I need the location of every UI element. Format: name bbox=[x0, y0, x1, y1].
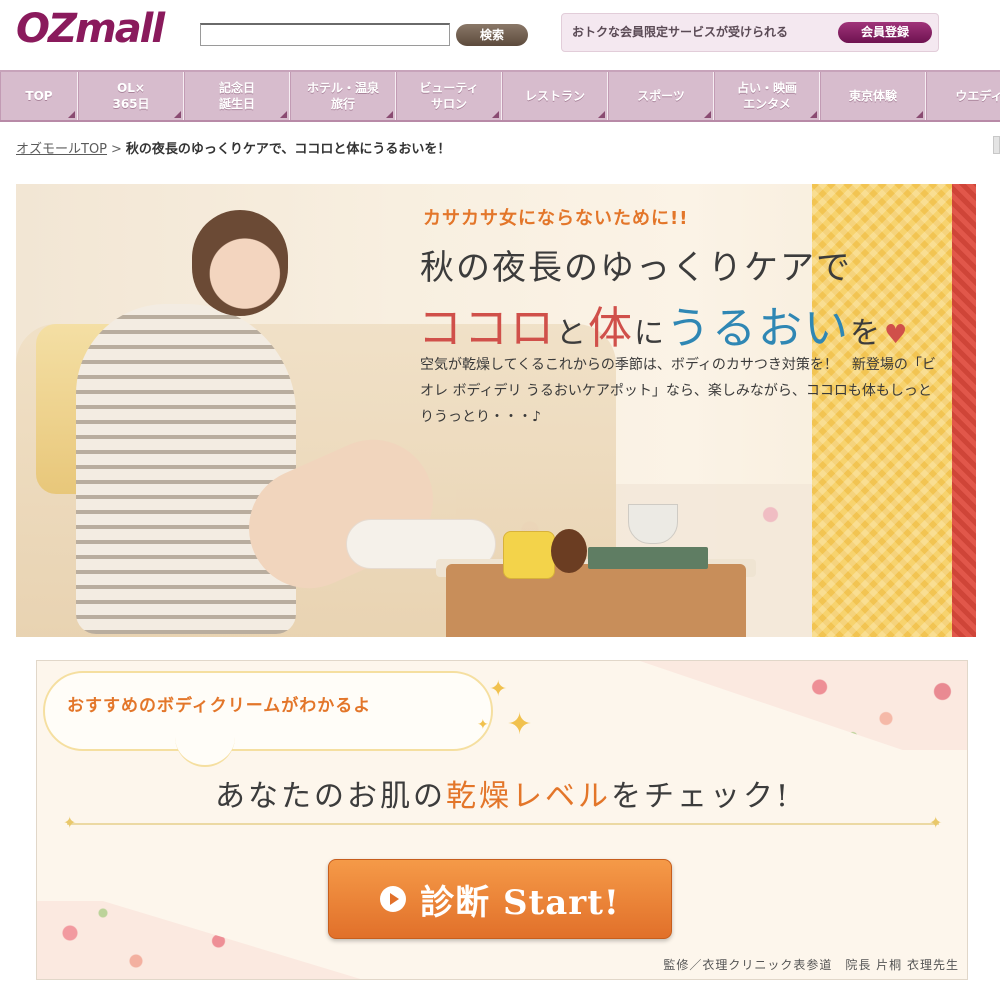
member-promo-text: おトクな会員限定サービスが受けられる bbox=[572, 25, 789, 39]
nav-item-label: 記念日 誕生日 bbox=[218, 81, 255, 111]
breadcrumb-home-link[interactable]: オズモールTOP bbox=[16, 142, 107, 157]
hero-body-text: 空気が乾燥してくるこれからの季節は、ボディのカサつき対策を！ 新登場の「ビオレ … bbox=[420, 357, 936, 425]
cream-jar-image bbox=[503, 531, 555, 579]
corner-arrow-icon bbox=[174, 111, 181, 118]
nav-item-label: ウエディ bbox=[955, 89, 1000, 103]
global-nav: TOP OL× 365日 記念日 誕生日 ホテル・温泉 旅行 ビューティ サロン… bbox=[0, 70, 1000, 122]
nav-item-restaurant[interactable]: レストラン bbox=[502, 72, 608, 120]
nav-item-label: OL× 365日 bbox=[112, 81, 150, 111]
teacup-image bbox=[628, 504, 678, 544]
nav-item-label: TOP bbox=[25, 89, 53, 103]
site-header: OZmall 検索 おトクな会員限定サービスが受けられる 会員登録 bbox=[0, 0, 1000, 70]
nav-item-beauty[interactable]: ビューティ サロン bbox=[396, 72, 502, 120]
corner-arrow-icon bbox=[810, 111, 817, 118]
corner-arrow-icon bbox=[492, 111, 499, 118]
heading-pre: あなたのお肌の bbox=[214, 779, 446, 814]
start-button-label: 診断 Start! bbox=[420, 882, 620, 923]
member-promo: おトクな会員限定サービスが受けられる 会員登録 bbox=[561, 13, 939, 52]
search-button[interactable]: 検索 bbox=[456, 24, 528, 46]
sparkle-icon: ✦ bbox=[489, 677, 508, 702]
nav-item-label: 東京体験 bbox=[848, 89, 897, 103]
floral-corner-top-right bbox=[637, 661, 967, 750]
nav-item-label: 占い・映画 エンタメ bbox=[736, 81, 797, 111]
corner-arrow-icon bbox=[916, 111, 923, 118]
start-diagnosis-button[interactable]: 診断 Start! bbox=[328, 859, 672, 939]
side-table-image bbox=[446, 564, 746, 637]
play-icon bbox=[380, 886, 407, 912]
nav-item-hotel[interactable]: ホテル・温泉 旅行 bbox=[290, 72, 396, 120]
dryness-check-panel: おすすめのボディクリームがわかるよ ✦ ✦ ✦ あなたのお肌の乾燥レベルをチェッ… bbox=[36, 660, 968, 980]
title-uruoi: うるおい bbox=[666, 303, 850, 354]
floral-corner-bottom-left bbox=[37, 901, 367, 979]
title-ni: に bbox=[634, 316, 666, 351]
sparkle-icon: ✦ bbox=[507, 707, 533, 742]
corner-arrow-icon bbox=[704, 111, 711, 118]
corner-arrow-icon bbox=[68, 111, 75, 118]
scrollbar-stub[interactable] bbox=[993, 136, 1000, 154]
hero-banner: カサカサ女にならないために!! 秋の夜長のゆっくりケアで ココロと体にうるおいを… bbox=[16, 184, 976, 637]
nav-item-label: ホテル・温泉 旅行 bbox=[306, 81, 379, 111]
nav-item-tokyo[interactable]: 東京体験 bbox=[820, 72, 926, 120]
speech-bubble: おすすめのボディクリームがわかるよ bbox=[43, 671, 493, 767]
breadcrumb: オズモールTOP > 秋の夜長のゆっくりケアで、ココロと体にうるおいを！ bbox=[16, 138, 450, 157]
nav-item-sports[interactable]: スポーツ bbox=[608, 72, 714, 120]
dryness-check-heading: あなたのお肌の乾燥レベルをチェック! bbox=[37, 771, 967, 815]
nav-item-label: スポーツ bbox=[637, 89, 685, 103]
corner-arrow-icon bbox=[280, 111, 287, 118]
heading-post: をチェック! bbox=[610, 779, 792, 814]
nav-item-anniversary[interactable]: 記念日 誕生日 bbox=[184, 72, 290, 120]
corner-arrow-icon bbox=[386, 111, 393, 118]
breadcrumb-separator: > bbox=[111, 142, 122, 157]
breadcrumb-current: 秋の夜長のゆっくりケアで、ココロと体にうるおいを！ bbox=[125, 142, 451, 157]
book-image bbox=[588, 547, 708, 569]
nav-item-entertainment[interactable]: 占い・映画 エンタメ bbox=[714, 72, 820, 120]
title-karada: 体 bbox=[588, 303, 634, 354]
diamond-icon: ✦ bbox=[63, 813, 77, 832]
corner-arrow-icon bbox=[598, 111, 605, 118]
diamond-icon: ✦ bbox=[929, 813, 943, 832]
title-to: と bbox=[556, 316, 588, 351]
divider-line bbox=[67, 823, 939, 825]
nav-item-label: ビューティ サロン bbox=[419, 81, 479, 111]
nav-item-label: レストラン bbox=[524, 89, 585, 103]
supervisor-credit: 監修／衣理クリニック表参道 院長 片桐 衣理先生 bbox=[663, 958, 959, 972]
hero-title-line1: 秋の夜長のゆっくりケアで bbox=[420, 248, 852, 288]
title-kokoro: ココロ bbox=[418, 303, 556, 354]
red-pattern-band bbox=[952, 184, 976, 637]
speech-bubble-text: おすすめのボディクリームがわかるよ bbox=[67, 696, 372, 716]
nav-item-wedding[interactable]: ウエディ bbox=[926, 72, 1000, 120]
search-input[interactable] bbox=[200, 23, 450, 46]
nav-item-ol365[interactable]: OL× 365日 bbox=[78, 72, 184, 120]
member-register-button[interactable]: 会員登録 bbox=[838, 22, 932, 43]
nav-item-top[interactable]: TOP bbox=[0, 72, 78, 120]
woman-head-image bbox=[192, 210, 288, 316]
ozmall-logo[interactable]: OZmall bbox=[16, 6, 165, 52]
heading-highlight: 乾燥レベル bbox=[445, 779, 611, 814]
sparkle-icon: ✦ bbox=[477, 717, 489, 733]
hero-title-line2: ココロと体にうるおいを♥ bbox=[418, 292, 909, 356]
heart-icon: ♥ bbox=[884, 320, 910, 350]
hero-tagline: カサカサ女にならないために!! bbox=[423, 208, 689, 229]
woman-image bbox=[76, 304, 296, 634]
jar-lid-image bbox=[551, 529, 587, 573]
title-wo: を bbox=[850, 316, 882, 351]
